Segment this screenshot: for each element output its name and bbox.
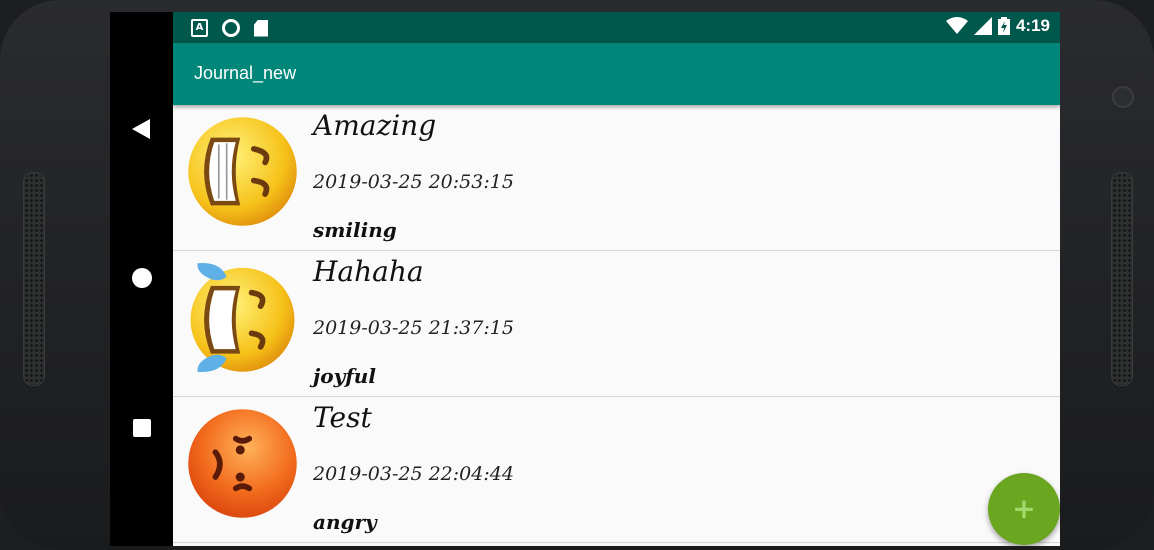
angry-face-icon [188,409,297,518]
wifi-icon [945,17,968,34]
tears-of-joy-face-icon [190,262,295,373]
front-camera [1112,86,1134,108]
signal-icon [973,17,992,35]
entry-date: 2019-03-25 20:53:15 [313,171,514,193]
sd-card-icon [254,19,268,37]
home-icon[interactable] [132,268,152,288]
list-item[interactable]: Test 2019-03-25 22:04:44 angry [173,397,1060,543]
app-toolbar: Journal_new [173,43,1060,105]
entry-mood: smiling [313,218,397,242]
entry-title: Hahaha [313,255,424,288]
back-icon[interactable] [132,119,150,139]
status-time: 4:19 [1015,16,1050,35]
entry-date: 2019-03-25 22:04:44 [313,463,514,485]
entry-title: Test [313,401,372,434]
entry-title: Amazing [313,109,437,142]
grinning-face-icon [188,117,297,226]
add-entry-button[interactable]: + [988,473,1060,545]
recents-icon[interactable] [133,419,151,437]
battery-charging-icon [997,17,1010,35]
device-screen: A 4:19 Journal_new Amazing 2019-03-25 20… [110,12,1060,546]
app-window: A 4:19 Journal_new Amazing 2019-03-25 20… [173,12,1060,546]
speaker-grille-left [23,172,45,386]
toolbar-title: Journal_new [194,63,297,83]
list-item[interactable]: Hahaha 2019-03-25 21:37:15 joyful [173,251,1060,397]
journal-list: Amazing 2019-03-25 20:53:15 smiling Haha… [173,105,1060,543]
speaker-grille-right [1111,172,1133,386]
device-frame: A 4:19 Journal_new Amazing 2019-03-25 20… [0,0,1154,550]
list-item[interactable]: Amazing 2019-03-25 20:53:15 smiling [173,105,1060,251]
status-bar: A 4:19 [173,12,1060,43]
entry-mood: joyful [313,364,376,388]
entry-date: 2019-03-25 21:37:15 [313,317,514,339]
add-icon: + [1012,492,1036,525]
navigation-bar [110,12,173,546]
app-a-icon: A [191,19,208,37]
circle-notification-icon [222,19,240,37]
entry-mood: angry [313,510,377,534]
